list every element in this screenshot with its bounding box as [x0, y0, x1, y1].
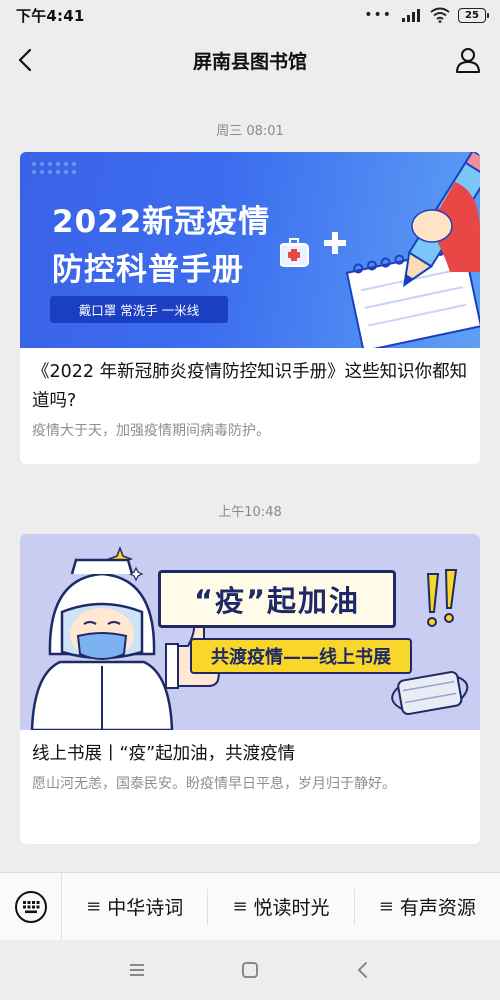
article-cover-image: 2022新冠疫情 防控科普手册 戴口罩 常洗手 一米线: [20, 152, 480, 348]
battery-icon: 25: [458, 7, 489, 23]
article-digest: 疫情大于天，加强疫情期间病毒防护。: [32, 423, 270, 439]
official-account-menu: ≡ 中华诗词 ≡ 悦读时光 ≡ 有声资源: [0, 872, 500, 941]
article-card[interactable]: 2022新冠疫情 防控科普手册 戴口罩 常洗手 一米线 《2022 年新冠肺炎疫…: [20, 152, 480, 464]
cover-headline: 2022新冠疫情: [52, 204, 271, 240]
article-title: 线上书展丨“疫”起加油，共渡疫情: [32, 744, 296, 764]
cover-tag: 戴口罩 常洗手 一米线: [50, 296, 228, 323]
menu-lines-icon: ≡: [378, 896, 394, 917]
medic-thumbs-up-illustration: [30, 545, 469, 730]
wifi-icon: [430, 7, 450, 23]
recent-apps-icon: [129, 964, 144, 976]
signal-icon: [402, 9, 420, 22]
pencil-notebook-illustration: [280, 152, 480, 348]
more-dots-icon: •••: [364, 7, 392, 23]
system-back-button[interactable]: [349, 956, 377, 984]
cover-subheadline: 防控科普手册: [52, 252, 244, 288]
article-digest: 愿山河无恙，国泰民安。盼疫情早日平息，岁月归于静好。: [32, 776, 396, 792]
article-title: 《2022 年新冠肺炎疫情防控知识手册》这些知识你都知道吗?: [32, 362, 468, 411]
cover-headline: “疫”起加油: [158, 570, 396, 628]
person-icon[interactable]: [454, 46, 482, 74]
keyboard-icon: [14, 890, 47, 923]
menu-item-label: 中华诗词: [107, 897, 184, 919]
message-timestamp: 周三 08:01: [216, 124, 284, 139]
home-button[interactable]: [236, 956, 264, 984]
back-arrow-icon[interactable]: [12, 46, 40, 74]
recent-apps-button[interactable]: [123, 956, 151, 984]
menu-item-label: 悦读时光: [253, 897, 330, 919]
menu-item-reading-time[interactable]: ≡ 悦读时光: [208, 887, 353, 927]
status-time: 下午4:41: [16, 6, 85, 25]
menu-lines-icon: ≡: [232, 896, 248, 917]
menu-item-label: 有声资源: [399, 897, 476, 919]
article-card[interactable]: “疫”起加油 共渡疫情——线上书展 线上书展丨“疫”起加油，共渡疫情 愿山河无恙…: [20, 534, 480, 844]
dot-pattern-decoration: [32, 162, 76, 174]
system-nav-bar: [0, 940, 500, 1000]
status-icons: ••• 25: [364, 7, 489, 23]
keyboard-toggle-button[interactable]: [0, 872, 62, 941]
article-cover-image: “疫”起加油 共渡疫情——线上书展: [20, 534, 480, 730]
nav-bar: 屏南县图书馆: [0, 30, 500, 90]
message-timestamp: 上午10:48: [218, 505, 282, 520]
page-title: 屏南县图书馆: [192, 50, 307, 73]
cover-banner: 共渡疫情——线上书展: [190, 638, 412, 674]
menu-item-audio-resources[interactable]: ≡ 有声资源: [355, 887, 500, 927]
home-icon: [241, 962, 258, 978]
system-back-icon: [358, 962, 368, 978]
status-bar: 下午4:41 ••• 25: [0, 0, 500, 30]
menu-item-poetry[interactable]: ≡ 中华诗词: [62, 887, 207, 927]
menu-lines-icon: ≡: [86, 896, 102, 917]
